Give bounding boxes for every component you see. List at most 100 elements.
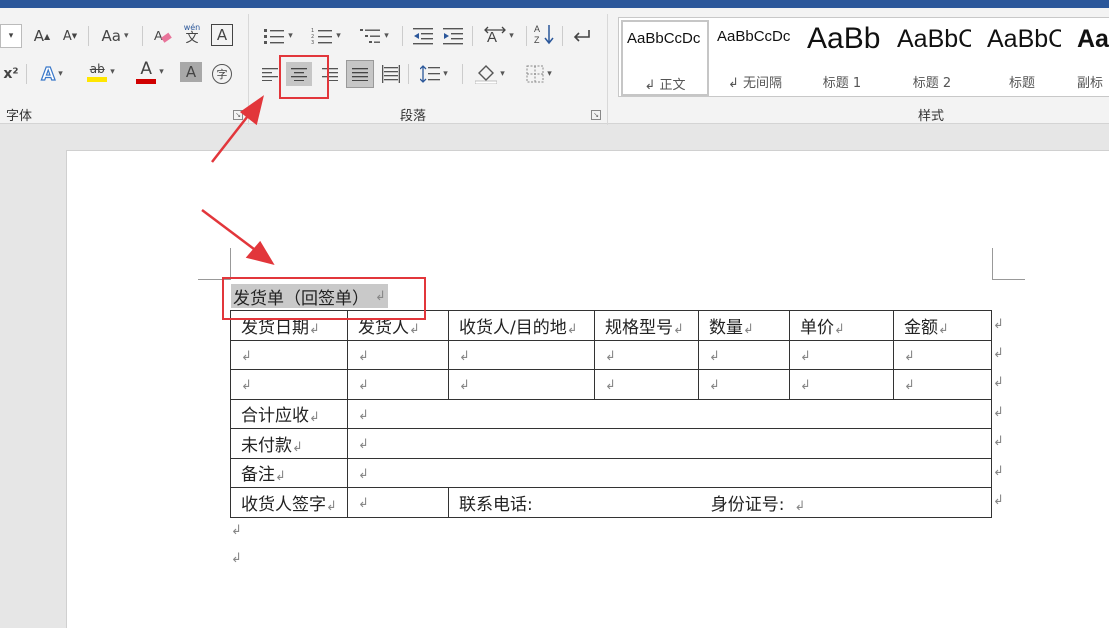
table-row: ↲ ↲ ↲ ↲ ↲ ↲ ↲ (230, 339, 992, 370)
style-preview: AaBbC (987, 25, 1061, 53)
word-window: ▾ A ▲ A ▼ Aa ▾ A wén 文 A x² A ▾ ab ▾ A ▾ A (0, 0, 1109, 628)
align-left-icon (262, 68, 278, 81)
highlight-color-button[interactable]: ab ▾ (80, 60, 122, 84)
decrease-indent-button[interactable] (410, 24, 436, 48)
table-cell[interactable]: 备注↲ (230, 457, 348, 488)
delivery-table: 发货日期↲ 发货人↲ 收货人/目的地↲ 规格型号↲ 数量↲ 单价↲ 金额↲ ↲ … (230, 310, 992, 518)
table-cell[interactable]: ↲ (347, 428, 992, 459)
table-cell[interactable]: ↲ (789, 339, 894, 370)
style-preview: AaBbCcDc (717, 28, 791, 45)
font-dialog-launcher-icon[interactable]: ↘ (233, 110, 243, 120)
row-end-mark: ↲ (993, 346, 1004, 361)
style-name: 标题 (1008, 76, 1035, 91)
table-cell[interactable]: 合计应收↲ (230, 398, 348, 429)
table-cell[interactable]: ↲ (893, 339, 992, 370)
empty-paragraph-mark: ↲ (231, 551, 242, 566)
style-normal[interactable]: AaBbCcDc ↲ 正文 (621, 20, 709, 96)
character-shading-icon: A (185, 63, 197, 81)
character-shading-button[interactable]: A (180, 62, 202, 82)
row-end-mark: ↲ (993, 375, 1004, 390)
clear-formatting-button[interactable]: A (150, 24, 174, 48)
crop-mark (230, 248, 231, 280)
line-spacing-button[interactable]: ▾ (414, 62, 454, 86)
font-group-label: 字体 (6, 109, 33, 124)
change-case-icon: Aa (101, 27, 121, 45)
table-cell[interactable]: ↲ (594, 369, 699, 400)
cell-mark: ↲ (358, 437, 369, 453)
table-cell[interactable]: ↲ (893, 369, 992, 400)
font-size-dropdown[interactable]: ▾ (0, 24, 22, 48)
character-border-icon: A (216, 26, 228, 44)
cell-mark: ↲ (566, 321, 578, 337)
enclose-characters-button[interactable]: 字 (211, 62, 233, 86)
cell-mark: ↲ (326, 498, 337, 514)
svg-text:A: A (534, 24, 540, 34)
styles-group-label: 样式 (918, 109, 945, 124)
table-cell[interactable]: ↲ (698, 369, 790, 400)
table-cell[interactable]: ↲ (448, 339, 595, 370)
table-cell[interactable]: ↲ (789, 369, 894, 400)
style-preview: AaBbC (897, 25, 971, 53)
text-effects-button[interactable]: A ▾ (34, 62, 70, 86)
table-cell[interactable]: ↲ (347, 339, 449, 370)
cell-mark: ↲ (800, 378, 811, 394)
table-cell[interactable]: ↲ (230, 369, 348, 400)
grow-font-button[interactable]: A ▲ (32, 24, 52, 48)
row-label: 备注 (241, 465, 275, 486)
table-cell[interactable]: ↲ (230, 339, 348, 370)
phonetic-guide-button[interactable]: wén 文 (180, 22, 204, 46)
style-no-spacing[interactable]: AaBbCcDc ↲ 无间隔 (713, 20, 797, 96)
multilevel-list-button[interactable]: ▾ (354, 24, 394, 48)
cell-mark: ↲ (358, 496, 369, 512)
header-label: 规格型号 (605, 317, 673, 338)
justify-icon (352, 68, 368, 81)
table-cell[interactable]: ↲ (448, 369, 595, 400)
table-cell[interactable]: 联系电话: 身份证号: ↲ (448, 487, 992, 518)
cell-mark: ↲ (904, 378, 915, 394)
table-cell[interactable]: ↲ (347, 457, 992, 488)
paragraph-dialog-launcher-icon[interactable]: ↘ (591, 110, 601, 120)
table-cell[interactable]: 金额↲ (893, 310, 992, 341)
change-case-button[interactable]: Aa ▾ (96, 24, 134, 48)
table-cell[interactable]: 规格型号↲ (594, 310, 699, 341)
shading-button[interactable]: ▾ (468, 62, 512, 86)
superscript-button[interactable]: x² (0, 62, 22, 86)
bullets-button[interactable]: ▾ (258, 24, 298, 48)
sort-button[interactable]: AZ (532, 22, 558, 46)
row-label: 未付款 (241, 435, 292, 456)
justify-button[interactable] (346, 60, 374, 88)
numbering-button[interactable]: 1 2 3 ▾ (306, 24, 346, 48)
borders-icon (526, 65, 544, 83)
show-hide-marks-button[interactable] (568, 24, 594, 48)
shrink-font-button[interactable]: A ▼ (60, 24, 80, 48)
table-cell[interactable]: 数量↲ (698, 310, 790, 341)
eraser-icon: A (154, 28, 172, 43)
table-cell[interactable]: ↲ (594, 339, 699, 370)
table-cell[interactable]: ↲ (347, 487, 449, 518)
header-label: 金额 (904, 317, 938, 338)
table-cell[interactable]: 未付款↲ (230, 428, 348, 459)
distributed-button[interactable] (378, 62, 404, 86)
increase-indent-button[interactable] (440, 24, 466, 48)
table-cell[interactable]: ↲ (347, 369, 449, 400)
chinese-layout-button[interactable]: A ▾ (478, 24, 520, 48)
table-cell[interactable]: 收货人/目的地↲ (448, 310, 595, 341)
style-title[interactable]: AaBbC 标题 (983, 20, 1061, 96)
character-border-button[interactable]: A (211, 24, 233, 46)
table-cell[interactable]: ↲ (347, 398, 992, 429)
font-color-button[interactable]: A ▾ (130, 60, 170, 84)
empty-paragraph-mark: ↲ (231, 523, 242, 538)
enclose-characters-icon: 字 (212, 64, 232, 84)
cell-mark: ↲ (358, 407, 369, 423)
style-subtitle[interactable]: Aa 副标 (1073, 20, 1109, 96)
borders-button[interactable]: ▾ (518, 62, 560, 86)
table-cell[interactable]: 单价↲ (789, 310, 894, 341)
style-heading-2[interactable]: AaBbC 标题 2 (893, 20, 971, 96)
table-cell[interactable]: 收货人签字↲ (230, 487, 348, 518)
crop-mark (992, 248, 993, 280)
table-cell[interactable]: ↲ (698, 339, 790, 370)
style-name: 标题 1 (822, 76, 862, 91)
style-heading-1[interactable]: AaBb 标题 1 (803, 20, 881, 96)
phonetic-icon: 文 (185, 30, 199, 46)
header-label: 收货人/目的地 (459, 317, 567, 338)
